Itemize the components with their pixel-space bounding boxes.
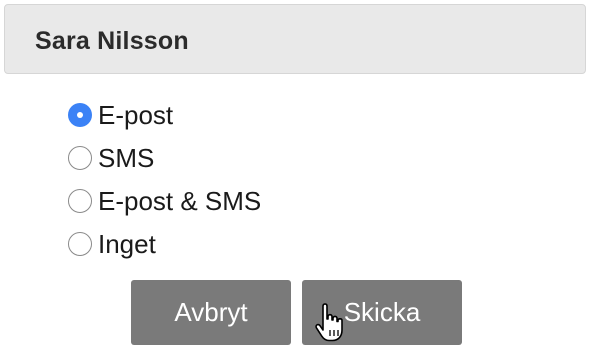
notification-dialog: Sara Nilsson E-post SMS E-post & SMS Ing… xyxy=(0,0,592,350)
radio-button-none[interactable] xyxy=(68,231,92,256)
contact-name: Sara Nilsson xyxy=(35,27,189,55)
cancel-button[interactable]: Avbryt xyxy=(131,280,291,345)
radio-button-email-and-sms[interactable] xyxy=(68,188,92,213)
radio-option-sms[interactable]: SMS xyxy=(68,136,368,179)
radio-option-none[interactable]: Inget xyxy=(68,222,368,265)
radio-label-email-and-sms: E-post & SMS xyxy=(98,185,262,216)
radio-label-sms: SMS xyxy=(98,142,155,173)
notification-radio-group: E-post SMS E-post & SMS Inget xyxy=(68,93,368,265)
send-button[interactable]: Skicka xyxy=(302,280,462,345)
radio-button-email[interactable] xyxy=(68,102,92,127)
radio-label-none: Inget xyxy=(98,228,156,259)
radio-option-email[interactable]: E-post xyxy=(68,93,368,136)
radio-button-sms[interactable] xyxy=(68,145,92,170)
dialog-header: Sara Nilsson xyxy=(4,4,586,74)
radio-option-email-and-sms[interactable]: E-post & SMS xyxy=(68,179,368,222)
radio-label-email: E-post xyxy=(98,99,174,130)
